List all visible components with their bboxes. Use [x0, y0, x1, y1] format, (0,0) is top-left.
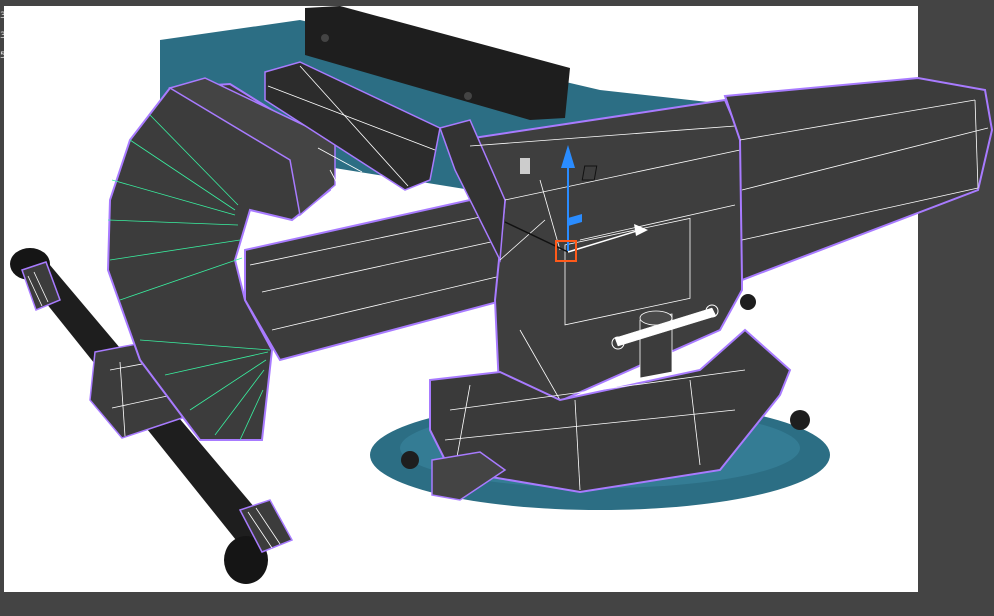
3d-viewport[interactable]: 3 3 5 — [0, 0, 994, 616]
slide-beam[interactable] — [244, 198, 512, 362]
scene-render[interactable] — [0, 0, 994, 616]
rear-beam[interactable] — [723, 76, 994, 282]
